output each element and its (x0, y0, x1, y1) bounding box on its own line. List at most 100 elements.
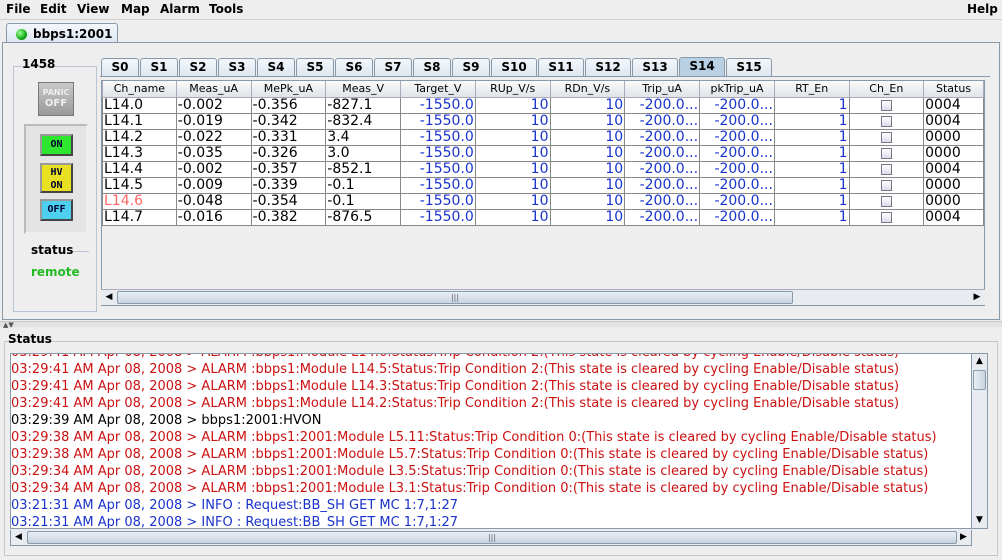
menu-view[interactable]: View (77, 2, 109, 16)
channel-enable-checkbox[interactable] (880, 115, 892, 127)
tab-s6[interactable]: S6 (335, 58, 373, 76)
target-v-cell[interactable]: -1550.0 (399, 112, 476, 130)
split-divider[interactable] (0, 321, 1002, 327)
rt-en-cell[interactable]: 1 (773, 128, 850, 146)
tab-s0[interactable]: S0 (101, 58, 139, 76)
meas-v-cell[interactable]: -827.1 (325, 96, 401, 114)
meas-ua-cell[interactable]: -0.022 (175, 128, 252, 146)
mepk-ua-cell[interactable]: -0.331 (250, 128, 327, 146)
rup-cell[interactable]: 10 (474, 96, 551, 114)
pktrip-ua-cell[interactable]: -200.0... (699, 144, 775, 162)
rdn-cell[interactable]: 10 (549, 144, 626, 162)
meas-v-cell[interactable]: -0.1 (325, 176, 401, 194)
meas-v-cell[interactable]: -832.4 (325, 112, 401, 130)
rdn-cell[interactable]: 10 (549, 208, 626, 226)
status-cell[interactable]: 0004 (923, 160, 984, 178)
column-header-meas-ua[interactable]: Meas_uA (175, 81, 252, 98)
ch-en-cell[interactable] (848, 128, 925, 146)
channel-enable-checkbox[interactable] (880, 131, 892, 143)
log-scroll-left-icon[interactable]: ◀ (11, 530, 26, 545)
target-v-cell[interactable]: -1550.0 (399, 128, 476, 146)
scroll-up-icon[interactable]: ▲ (972, 354, 987, 369)
off-button[interactable]: OFF (40, 199, 73, 221)
pktrip-ua-cell[interactable]: -200.0... (699, 192, 775, 210)
ch-en-cell[interactable] (848, 176, 925, 194)
menu-alarm[interactable]: Alarm (160, 2, 200, 16)
trip-ua-cell[interactable]: -200.0... (624, 128, 701, 146)
tab-s5[interactable]: S5 (296, 58, 334, 76)
rt-en-cell[interactable]: 1 (773, 192, 850, 210)
rdn-cell[interactable]: 10 (549, 96, 626, 114)
hv-on-button[interactable]: HV ON (40, 163, 73, 193)
status-cell[interactable]: 0004 (923, 96, 984, 114)
ch-en-cell[interactable] (848, 208, 925, 226)
rdn-cell[interactable]: 10 (549, 192, 626, 210)
ch-en-cell[interactable] (848, 112, 925, 130)
menu-tools[interactable]: Tools (209, 2, 243, 16)
trip-ua-cell[interactable]: -200.0... (624, 144, 701, 162)
menu-file[interactable]: File (6, 2, 31, 16)
mepk-ua-cell[interactable]: -0.356 (250, 96, 327, 114)
pktrip-ua-cell[interactable]: -200.0... (699, 96, 775, 114)
tab-s8[interactable]: S8 (413, 58, 451, 76)
trip-ua-cell[interactable]: -200.0... (624, 192, 701, 210)
channel-name-cell[interactable]: L14.1 (102, 112, 177, 130)
channel-enable-checkbox[interactable] (880, 211, 892, 223)
pktrip-ua-cell[interactable]: -200.0... (699, 176, 775, 194)
meas-v-cell[interactable]: 3.0 (325, 144, 401, 162)
column-header-mepk-ua[interactable]: MePk_uA (250, 81, 327, 98)
channel-name-cell[interactable]: L14.7 (102, 208, 177, 226)
log-scroll-right-icon[interactable]: ▶ (956, 530, 971, 545)
meas-v-cell[interactable]: -852.1 (325, 160, 401, 178)
target-v-cell[interactable]: -1550.0 (399, 192, 476, 210)
tab-s1[interactable]: S1 (140, 58, 178, 76)
pktrip-ua-cell[interactable]: -200.0... (699, 112, 775, 130)
scroll-down-icon[interactable]: ▼ (972, 513, 987, 528)
ch-en-cell[interactable] (848, 96, 925, 114)
split-arrows-icon[interactable]: ▲▼ (3, 321, 14, 329)
trip-ua-cell[interactable]: -200.0... (624, 96, 701, 114)
status-cell[interactable]: 0004 (923, 208, 984, 226)
rt-en-cell[interactable]: 1 (773, 176, 850, 194)
mepk-ua-cell[interactable]: -0.354 (250, 192, 327, 210)
log-scroll-thumb[interactable] (973, 370, 986, 390)
rup-cell[interactable]: 10 (474, 144, 551, 162)
meas-ua-cell[interactable]: -0.035 (175, 144, 252, 162)
trip-ua-cell[interactable]: -200.0... (624, 176, 701, 194)
tab-s2[interactable]: S2 (179, 58, 217, 76)
menu-help[interactable]: Help (967, 2, 998, 16)
column-header-target-v[interactable]: Target_V (399, 81, 476, 98)
tab-s12[interactable]: S12 (585, 58, 631, 76)
ch-en-cell[interactable] (848, 160, 925, 178)
scroll-thumb[interactable]: ||| (117, 291, 793, 304)
column-header-rdn-v-s[interactable]: RDn_V/s (549, 81, 626, 98)
ch-en-cell[interactable] (848, 192, 925, 210)
rdn-cell[interactable]: 10 (549, 128, 626, 146)
mepk-ua-cell[interactable]: -0.357 (250, 160, 327, 178)
rup-cell[interactable]: 10 (474, 112, 551, 130)
meas-ua-cell[interactable]: -0.048 (175, 192, 252, 210)
channel-name-cell[interactable]: L14.4 (102, 160, 177, 178)
trip-ua-cell[interactable]: -200.0... (624, 208, 701, 226)
trip-ua-cell[interactable]: -200.0... (624, 160, 701, 178)
log-horizontal-scrollbar[interactable]: ◀ ||| ▶ (10, 530, 972, 546)
meas-ua-cell[interactable]: -0.002 (175, 96, 252, 114)
mepk-ua-cell[interactable]: -0.342 (250, 112, 327, 130)
tab-s11[interactable]: S11 (538, 58, 584, 76)
rup-cell[interactable]: 10 (474, 176, 551, 194)
column-header-meas-v[interactable]: Meas_V (325, 81, 401, 98)
mepk-ua-cell[interactable]: -0.326 (250, 144, 327, 162)
ch-en-cell[interactable] (848, 144, 925, 162)
pktrip-ua-cell[interactable]: -200.0... (699, 208, 775, 226)
mepk-ua-cell[interactable]: -0.339 (250, 176, 327, 194)
tab-s15[interactable]: S15 (726, 58, 772, 76)
meas-ua-cell[interactable]: -0.019 (175, 112, 252, 130)
rdn-cell[interactable]: 10 (549, 176, 626, 194)
column-header-pktrip-ua[interactable]: pkTrip_uA (699, 81, 775, 98)
channel-name-cell[interactable]: L14.6 (102, 192, 177, 210)
rup-cell[interactable]: 10 (474, 128, 551, 146)
status-cell[interactable]: 0000 (923, 176, 984, 194)
tab-s4[interactable]: S4 (257, 58, 295, 76)
tab-s3[interactable]: S3 (218, 58, 256, 76)
target-v-cell[interactable]: -1550.0 (399, 176, 476, 194)
